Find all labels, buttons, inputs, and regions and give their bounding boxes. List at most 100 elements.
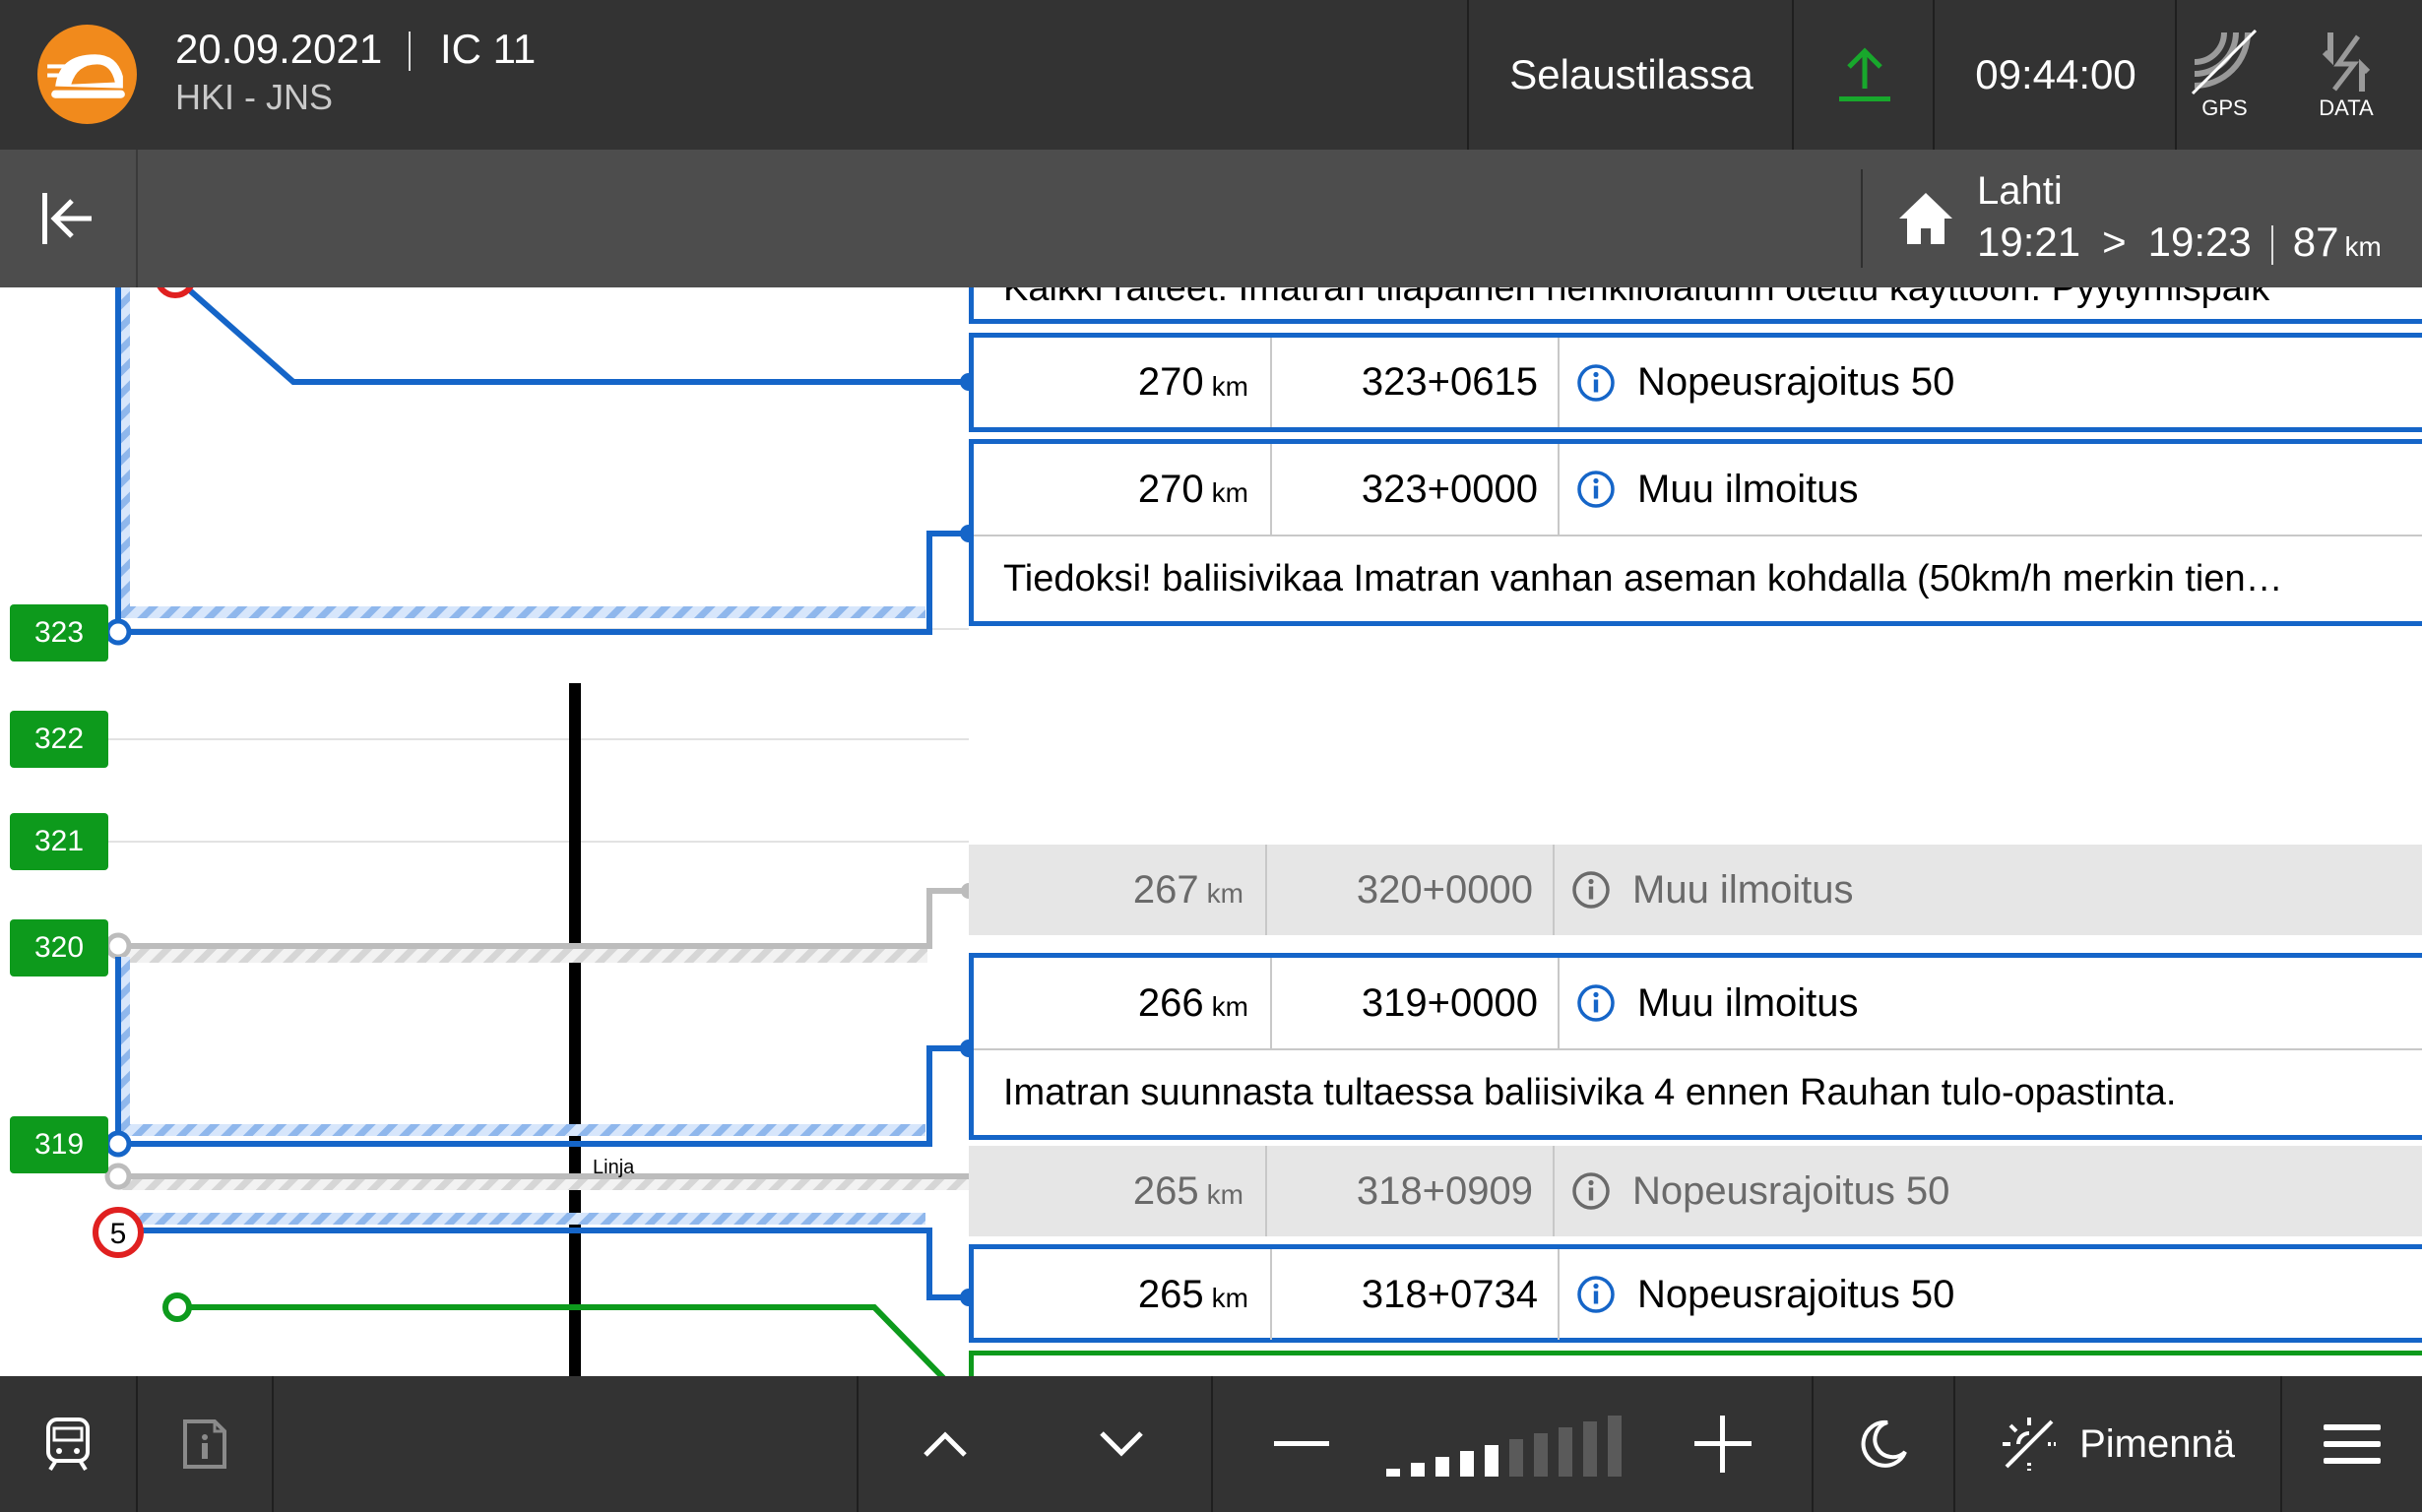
clock-time: 09:44:00 — [1975, 51, 2136, 97]
distance-value: 87 — [2292, 219, 2339, 265]
info-icon — [1577, 471, 1615, 508]
notice-row: 265 km 318+0734 Nopeusrajoitus 50 — [974, 1249, 2422, 1340]
km-badge: 323 — [10, 604, 108, 662]
km-badge: 322 — [10, 711, 108, 768]
notice-description: Tiedoksi! baliisivikaa Imatran vanhan as… — [974, 535, 2422, 621]
notice-title: Nopeusrajoitus 50 — [1632, 1168, 1950, 1213]
browse-mode-label: Selaustilassa — [1509, 51, 1753, 97]
zoom-level-bar — [1509, 1439, 1523, 1477]
notice-row: 265 km 318+0909 Nopeusrajoitus 50 — [969, 1146, 2422, 1236]
notice-km-value: 267 — [1132, 867, 1199, 912]
upload-button[interactable] — [1792, 0, 1935, 150]
notice-km: 267 km — [969, 845, 1267, 935]
data-label: DATA — [2319, 95, 2374, 120]
track-diagram: Linja 5 — [93, 287, 969, 1376]
notice-km: 270 km — [974, 444, 1272, 535]
next-station-name: Lahti — [1977, 169, 2063, 213]
notice-title-cell: Nopeusrajoitus 50 — [1576, 338, 1954, 427]
train-route: HKI - JNS — [175, 77, 334, 117]
notice-km: 265 km — [969, 1146, 1267, 1236]
info-document-icon — [183, 1419, 226, 1469]
notice-position: 319+0000 — [1272, 958, 1560, 1048]
moon-icon — [1861, 1419, 1907, 1468]
notice-position: 320+0000 — [1267, 845, 1555, 935]
gps-label: GPS — [2201, 95, 2248, 120]
browse-mode-indicator[interactable]: Selaustilassa — [1467, 0, 1794, 150]
speed-sign-value: 5 — [110, 1218, 127, 1250]
track-view[interactable]: Linja 5 323 322 321 320 319 Kaikki raite… — [0, 287, 2422, 1376]
track-line — [118, 888, 969, 949]
notice-km-value: 265 — [1137, 1272, 1204, 1316]
notice-card-inactive[interactable]: 267 km 320+0000 Muu ilmoitus — [969, 845, 2422, 935]
scheduled-time: 19:21 — [1977, 219, 2081, 265]
times-separator — [2270, 224, 2273, 265]
night-mode-button[interactable] — [1814, 1376, 1953, 1512]
notice-title-cell: Muu ilmoitus — [1576, 444, 1859, 535]
minus-icon — [1274, 1441, 1329, 1446]
zoom-level-bar — [1608, 1416, 1622, 1477]
notice-row: 266 km 319+0000 Muu ilmoitus — [974, 958, 2422, 1048]
chevron-up-icon — [924, 1431, 967, 1457]
destination-separator — [1861, 169, 1863, 268]
km-badge: 319 — [10, 1116, 108, 1173]
notice-km-value: 266 — [1137, 980, 1204, 1025]
info-icon — [1577, 363, 1615, 402]
notice-card[interactable]: 266 km 319+0000 Muu ilmoitus Imatran suun… — [969, 953, 2422, 1140]
train-view-button[interactable] — [0, 1376, 136, 1512]
notice-description: Imatran suunnasta tultaessa baliisivika … — [974, 1048, 2422, 1135]
notice-card[interactable]: 270 km 323+0615 Nopeusrajoitus 50 — [969, 333, 2422, 432]
notice-title: Muu ilmoitus — [1632, 867, 1854, 912]
track-node — [960, 1040, 969, 1057]
track-line — [115, 957, 969, 1147]
service-date: 20.09.2021 — [175, 26, 383, 72]
next-station-times: 19:21 >19:23 87 km — [1977, 219, 2382, 266]
header-separator — [409, 32, 411, 71]
track-node — [961, 883, 969, 899]
bottom-toolbar: Pimennä — [0, 1376, 2422, 1512]
scroll-down-button[interactable] — [1032, 1376, 1211, 1512]
notice-title: Muu ilmoitus — [1637, 980, 1859, 1025]
notice-km: 265 km — [974, 1249, 1272, 1340]
collapse-back-button[interactable] — [0, 150, 138, 287]
notice-km-value: 270 — [1137, 360, 1204, 404]
notice-card-partial[interactable]: Kaikki raiteet: Imatran tilapäinen henki… — [969, 287, 2422, 324]
line-marker — [569, 683, 581, 1376]
zoom-out-button[interactable] — [1213, 1376, 1390, 1512]
notice-position: 318+0909 — [1267, 1146, 1555, 1236]
zoom-level-indicator — [1386, 1416, 1622, 1477]
track-section — [118, 949, 927, 963]
km-badge: 320 — [10, 919, 108, 976]
notice-card-inactive[interactable]: 265 km 318+0909 Nopeusrajoitus 50 — [969, 1146, 2422, 1236]
gps-signal-icon — [2191, 29, 2257, 95]
notice-position: 323+0615 — [1272, 338, 1560, 427]
info-icon — [1572, 1172, 1610, 1210]
notice-card[interactable]: 270 km 323+0000 Muu ilmoitus Tiedoksi! ba… — [969, 439, 2422, 626]
notice-km-unit: km — [1211, 370, 1248, 402]
notice-description: Kaikki raiteet: Imatran tilapäinen henki… — [1003, 287, 2270, 309]
notice-card-partial-green[interactable] — [969, 1351, 2422, 1376]
dim-screen-button[interactable]: Pimennä — [1955, 1376, 2280, 1512]
zoom-level-bar — [1411, 1463, 1425, 1477]
chevron-down-icon — [1100, 1431, 1143, 1457]
notice-title: Nopeusrajoitus 50 — [1637, 360, 1955, 404]
track-section — [118, 1213, 925, 1225]
notice-row: 267 km 320+0000 Muu ilmoitus — [969, 845, 2422, 935]
notice-km-value: 270 — [1137, 467, 1204, 511]
menu-button[interactable] — [2282, 1376, 2422, 1512]
notice-km-unit: km — [1206, 878, 1243, 909]
track-node — [960, 1289, 969, 1306]
collapse-left-icon — [42, 193, 92, 244]
notice-card[interactable]: 265 km 318+0734 Nopeusrajoitus 50 — [969, 1244, 2422, 1343]
track-node — [104, 1130, 132, 1158]
zoom-level-bar — [1386, 1469, 1400, 1477]
zoom-in-button[interactable] — [1634, 1376, 1812, 1512]
home-icon — [1899, 193, 1952, 244]
vr-logo-icon — [37, 25, 137, 124]
zoom-level-bar — [1435, 1457, 1449, 1477]
notice-km-unit: km — [1206, 1179, 1243, 1210]
time-arrow: > — [2102, 219, 2127, 265]
track-line — [181, 287, 969, 385]
scroll-up-button[interactable] — [859, 1376, 1032, 1512]
info-document-button[interactable] — [138, 1376, 272, 1512]
notice-km-unit: km — [1211, 477, 1248, 508]
